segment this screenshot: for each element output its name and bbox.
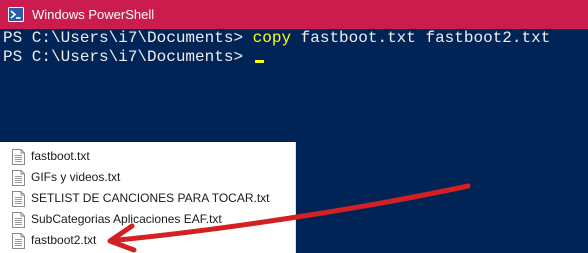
prompt-text: PS C:\Users\i7\Documents> bbox=[3, 29, 253, 47]
file-name: SubCategorias Aplicaciones EAF.txt bbox=[31, 212, 222, 226]
command-keyword: copy bbox=[252, 29, 292, 47]
list-item[interactable]: fastboot.txt bbox=[8, 146, 288, 167]
command-arguments: fastboot.txt fastboot2.txt bbox=[291, 29, 551, 47]
powershell-icon bbox=[8, 7, 24, 22]
text-file-icon bbox=[12, 149, 25, 165]
text-cursor bbox=[254, 60, 264, 63]
list-item[interactable]: fastboot2.txt bbox=[8, 230, 288, 251]
list-item[interactable]: GIFs y videos.txt bbox=[8, 167, 288, 188]
file-name: fastboot.txt bbox=[31, 149, 90, 163]
file-name: fastboot2.txt bbox=[31, 233, 97, 247]
file-name: SETLIST DE CANCIONES PARA TOCAR.txt bbox=[31, 191, 270, 205]
list-item[interactable]: SubCategorias Aplicaciones EAF.txt bbox=[8, 209, 288, 230]
title-bar[interactable]: Windows PowerShell bbox=[0, 0, 588, 29]
text-file-icon bbox=[12, 233, 25, 249]
prompt-text: PS C:\Users\i7\Documents> bbox=[3, 48, 253, 66]
file-list-panel: fastboot.txt GIFs y videos.txt SETLIST D… bbox=[0, 142, 296, 253]
list-item[interactable]: SETLIST DE CANCIONES PARA TOCAR.txt bbox=[8, 188, 288, 209]
file-name: GIFs y videos.txt bbox=[31, 170, 121, 184]
console-line: PS C:\Users\i7\Documents> copy fastboot.… bbox=[3, 29, 588, 48]
screenshot-stage: Windows PowerShell PS C:\Users\i7\Docume… bbox=[0, 0, 588, 253]
window-title: Windows PowerShell bbox=[32, 7, 155, 22]
text-file-icon bbox=[12, 170, 25, 186]
console-line: PS C:\Users\i7\Documents> bbox=[3, 48, 588, 67]
text-file-icon bbox=[12, 191, 25, 207]
text-file-icon bbox=[12, 212, 25, 228]
